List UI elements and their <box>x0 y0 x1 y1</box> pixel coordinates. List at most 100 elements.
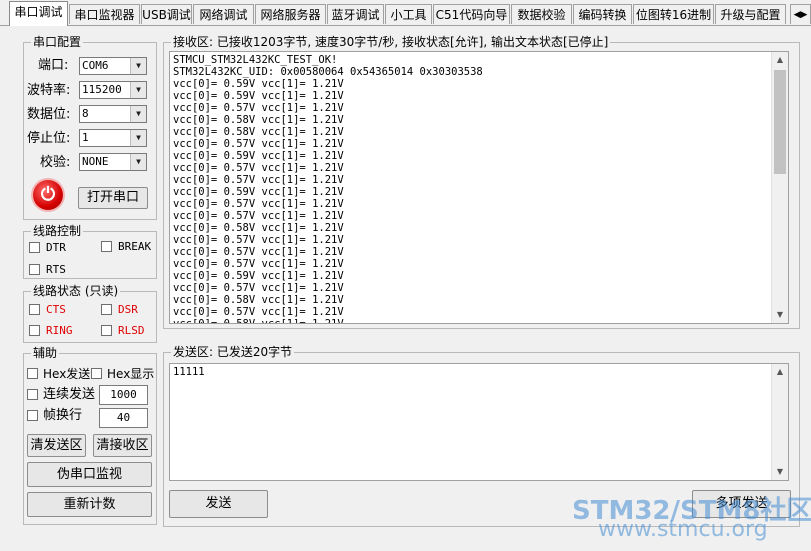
receive-line: vcc[0]= 0.58V vcc[1]= 1.21V <box>173 222 344 234</box>
power-icon[interactable]: ⏻ <box>33 180 63 210</box>
open-port-button[interactable]: 打开串口 <box>78 187 148 209</box>
scroll-up-icon[interactable]: ▲ <box>772 364 788 380</box>
receive-line: vcc[0]= 0.57V vcc[1]= 1.21V <box>173 162 344 174</box>
dsr-indicator <box>101 304 112 315</box>
recount-button[interactable]: 重新计数 <box>27 492 152 517</box>
stopbits-select[interactable]: 1 ▼ <box>79 129 147 147</box>
receive-line: vcc[0]= 0.59V vcc[1]= 1.21V <box>173 90 344 102</box>
rts-checkbox[interactable] <box>29 264 40 275</box>
receive-line: vcc[0]= 0.57V vcc[1]= 1.21V <box>173 234 344 246</box>
tab-network-server[interactable]: 网络服务器 <box>255 4 326 24</box>
parity-label: 校验: <box>40 155 71 170</box>
continuous-interval-input[interactable]: 1000 <box>99 385 148 405</box>
scroll-down-icon[interactable]: ▼ <box>772 464 788 480</box>
hex-send-label: Hex发送 <box>43 367 91 381</box>
scroll-up-icon[interactable]: ▲ <box>772 52 788 68</box>
receive-line: vcc[0]= 0.57V vcc[1]= 1.21V <box>173 174 344 186</box>
baud-select[interactable]: 115200 ▼ <box>79 81 147 99</box>
hex-display-checkbox[interactable] <box>91 368 102 379</box>
tab-network-debug[interactable]: 网络调试 <box>193 4 254 24</box>
chevron-down-icon: ▼ <box>130 154 146 170</box>
tab-tools[interactable]: 小工具 <box>385 4 432 24</box>
receive-line: vcc[0]= 0.57V vcc[1]= 1.21V <box>173 102 344 114</box>
tab-encoding-convert[interactable]: 编码转换 <box>573 4 632 24</box>
stopbits-label: 停止位: <box>27 131 71 146</box>
frame-wrap-label: 帧换行 <box>43 408 83 423</box>
receive-line: vcc[0]= 0.57V vcc[1]= 1.21V <box>173 198 344 210</box>
receive-line: vcc[0]= 0.57V vcc[1]= 1.21V <box>173 210 344 222</box>
tab-upgrade-config[interactable]: 升级与配置 <box>715 4 786 24</box>
dsr-label: DSR <box>118 303 138 316</box>
tab-bar: 串口调试 串口监视器 USB调试 网络调试 网络服务器 蓝牙调试 小工具 C51… <box>0 0 811 26</box>
frame-value-input[interactable]: 40 <box>99 408 148 428</box>
databits-value: 8 <box>82 107 89 120</box>
databits-select[interactable]: 8 ▼ <box>79 105 147 123</box>
send-textarea[interactable]: 11111 ▲ ▼ <box>169 363 789 481</box>
clear-send-button[interactable]: 清发送区 <box>27 434 86 457</box>
dtr-label: DTR <box>46 241 66 254</box>
receive-scrollbar[interactable]: ▲ ▼ <box>771 52 788 323</box>
tab-bitmap-to-hex[interactable]: 位图转16进制 <box>633 4 714 24</box>
receive-line: vcc[0]= 0.57V vcc[1]= 1.21V <box>173 138 344 150</box>
break-checkbox[interactable] <box>101 241 112 252</box>
line-status-legend: 线路状态 (只读) <box>31 283 121 299</box>
send-button[interactable]: 发送 <box>169 490 268 518</box>
tab-c51-wizard[interactable]: C51代码向导 <box>433 4 510 24</box>
receive-legend: 接收区: 已接收1203字节, 速度30字节/秒, 接收状态[允许], 输出文本… <box>171 34 611 50</box>
scroll-down-icon[interactable]: ▼ <box>772 307 788 323</box>
receive-line: STM32L432KC_UID: 0x00580064 0x54365014 0… <box>173 66 483 78</box>
receive-line: vcc[0]= 0.58V vcc[1]= 1.21V <box>173 126 344 138</box>
ring-indicator <box>29 325 40 336</box>
receive-content: STMCU_STM32L432KC_TEST_OK! STM32L432KC_UI… <box>170 52 788 324</box>
receive-line: vcc[0]= 0.59V vcc[1]= 1.21V <box>173 78 344 90</box>
receive-line: vcc[0]= 0.58V vcc[1]= 1.21V <box>173 318 344 324</box>
port-label: 端口: <box>38 58 69 73</box>
chevron-down-icon: ▼ <box>130 130 146 146</box>
continuous-send-checkbox[interactable] <box>27 389 38 400</box>
frame-wrap-checkbox[interactable] <box>27 410 38 421</box>
parity-value: NONE <box>82 155 109 168</box>
receive-line: vcc[0]= 0.59V vcc[1]= 1.21V <box>173 186 344 198</box>
send-scrollbar[interactable]: ▲ ▼ <box>771 364 788 480</box>
receive-line: vcc[0]= 0.57V vcc[1]= 1.21V <box>173 258 344 270</box>
assist-legend: 辅助 <box>31 345 60 361</box>
serial-config-legend: 串口配置 <box>31 34 84 50</box>
receive-line: vcc[0]= 0.59V vcc[1]= 1.21V <box>173 270 344 282</box>
rlsd-indicator <box>101 325 112 336</box>
tab-divider <box>0 25 811 26</box>
ring-label: RING <box>46 324 73 337</box>
hex-send-checkbox[interactable] <box>27 368 38 379</box>
chevron-down-icon: ▼ <box>130 58 146 74</box>
power-symbol: ⏻ <box>40 184 56 205</box>
watermark-url: www.stmcu.org <box>598 517 768 542</box>
clear-receive-button[interactable]: 清接收区 <box>93 434 152 457</box>
send-legend: 发送区: 已发送20字节 <box>171 344 295 360</box>
cts-label: CTS <box>46 303 66 316</box>
tab-serial-monitor[interactable]: 串口监视器 <box>69 4 140 24</box>
tab-usb-debug[interactable]: USB调试 <box>141 4 192 24</box>
tab-bluetooth-debug[interactable]: 蓝牙调试 <box>327 4 384 24</box>
receive-line: vcc[0]= 0.57V vcc[1]= 1.21V <box>173 246 344 258</box>
receive-textarea[interactable]: STMCU_STM32L432KC_TEST_OK! STM32L432KC_UI… <box>169 51 789 324</box>
tab-data-check[interactable]: 数据校验 <box>511 4 572 24</box>
pseudo-monitor-button[interactable]: 伪串口监视 <box>27 462 152 487</box>
send-content: 11111 <box>173 366 205 378</box>
dtr-checkbox[interactable] <box>29 242 40 253</box>
receive-line: STMCU_STM32L432KC_TEST_OK! <box>173 54 338 66</box>
tab-serial-debug[interactable]: 串口调试 <box>9 1 68 26</box>
tab-scroll-arrows[interactable]: ◀▶ <box>790 4 811 24</box>
hex-display-label: Hex显示 <box>107 367 155 381</box>
port-select[interactable]: COM6 ▼ <box>79 57 147 75</box>
scroll-thumb[interactable] <box>774 70 786 174</box>
stopbits-value: 1 <box>82 131 89 144</box>
rts-label: RTS <box>46 263 66 276</box>
baud-label: 波特率: <box>27 83 71 98</box>
receive-line: vcc[0]= 0.59V vcc[1]= 1.21V <box>173 150 344 162</box>
parity-select[interactable]: NONE ▼ <box>79 153 147 171</box>
break-label: BREAK <box>118 240 152 253</box>
cts-indicator <box>29 304 40 315</box>
chevron-down-icon: ▼ <box>130 106 146 122</box>
line-control-legend: 线路控制 <box>31 223 84 239</box>
databits-label: 数据位: <box>27 107 71 122</box>
continuous-send-label: 连续发送 <box>43 387 96 402</box>
